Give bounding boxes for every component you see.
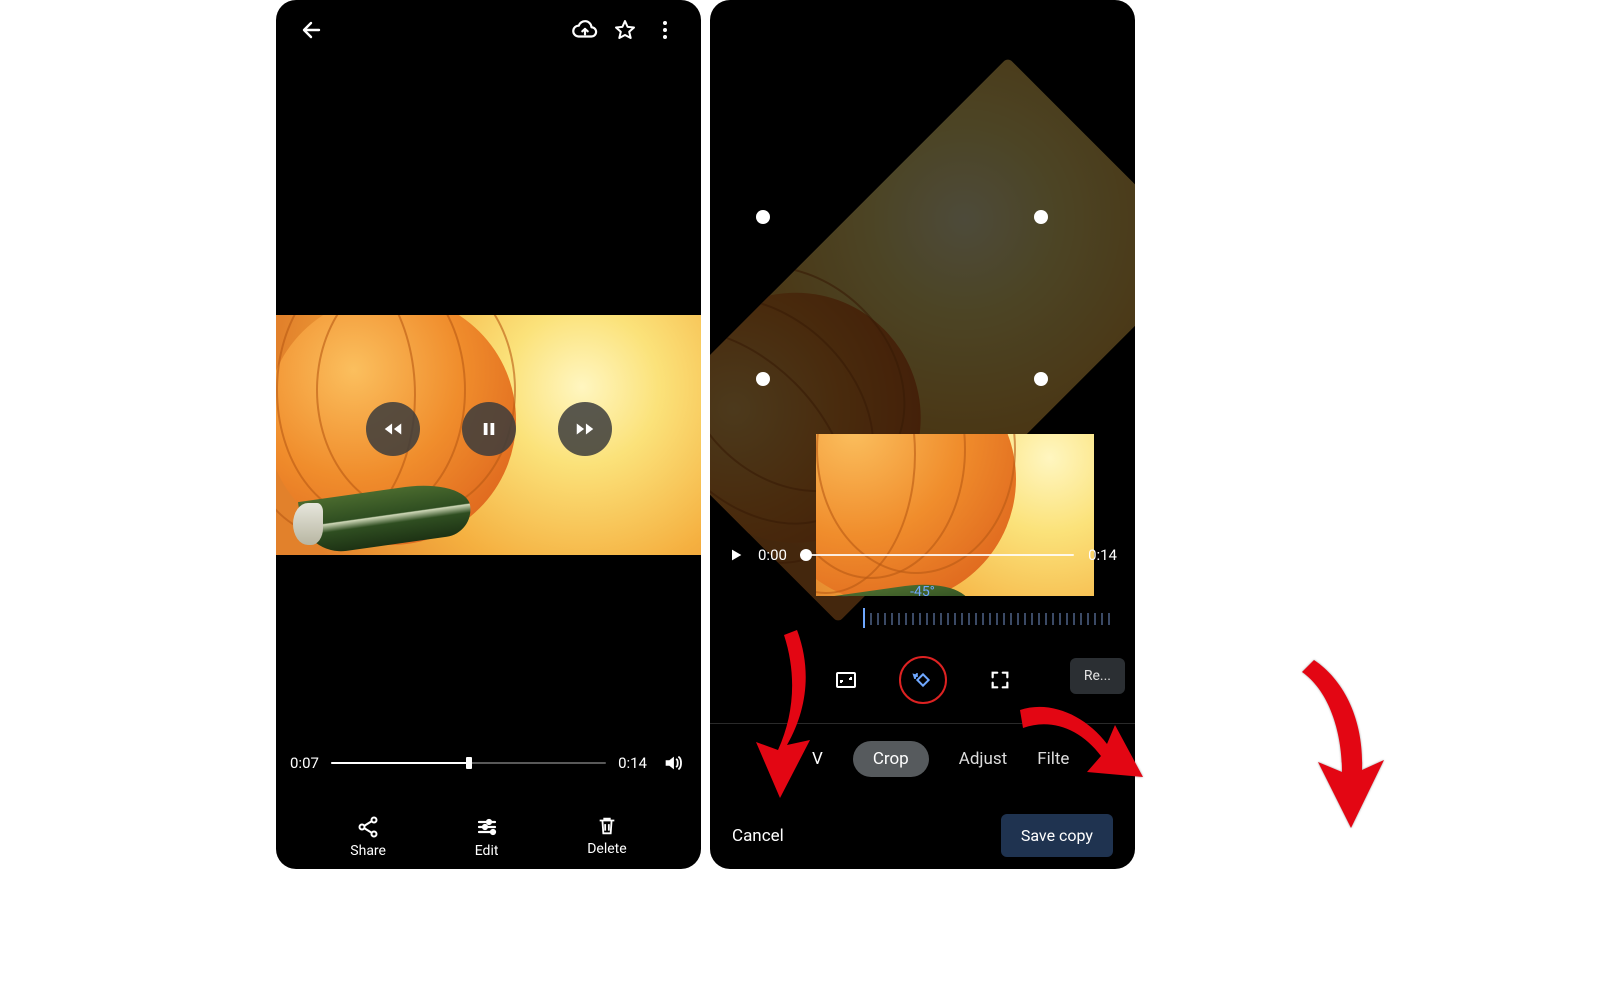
- expand-button[interactable]: [981, 661, 1019, 699]
- total-duration: 0:14: [618, 754, 647, 772]
- rotate-icon: [911, 668, 935, 692]
- editor-bottom-bar: Cancel Save copy: [710, 814, 1135, 857]
- delete-button[interactable]: Delete: [587, 815, 626, 859]
- seek-track[interactable]: [331, 762, 606, 764]
- favorite-button[interactable]: [605, 10, 645, 50]
- bottom-action-bar: Share Edit Delete: [276, 815, 701, 859]
- cloud-upload-icon: [572, 17, 598, 43]
- seek-bar: 0:07 0:14: [276, 743, 701, 783]
- volume-icon: [662, 752, 684, 774]
- play-icon[interactable]: [728, 547, 744, 563]
- back-button[interactable]: [292, 10, 332, 50]
- volume-button[interactable]: [659, 743, 687, 783]
- divider: [710, 723, 1135, 724]
- star-icon: [613, 18, 637, 42]
- editor-track[interactable]: [801, 554, 1074, 556]
- aspect-ratio-button[interactable]: [827, 661, 865, 699]
- tab-filters-truncated[interactable]: Filte: [1037, 749, 1069, 769]
- share-button[interactable]: Share: [350, 815, 386, 859]
- overflow-menu-button[interactable]: [645, 10, 685, 50]
- arrow-left-icon: [300, 18, 324, 42]
- crop-handle-top-right[interactable]: [1034, 210, 1048, 224]
- pause-button[interactable]: [462, 402, 516, 456]
- rewind-icon: [382, 418, 404, 440]
- more-vert-icon: [653, 18, 677, 42]
- delete-label: Delete: [587, 841, 626, 857]
- crop-handle-top-left[interactable]: [756, 210, 770, 224]
- editor-seek-bar: 0:00 0:14: [710, 540, 1135, 570]
- share-label: Share: [350, 843, 386, 859]
- annotation-arrow-save: [1296, 660, 1396, 830]
- share-icon: [356, 815, 380, 839]
- rotation-angle-label: -45°: [710, 584, 1135, 600]
- tab-video-truncated[interactable]: V: [812, 749, 823, 769]
- screenshot-right-crop-editor: 0:00 0:14 -45° Re... V Crop Adjust Filte…: [710, 0, 1135, 869]
- playback-controls: [276, 402, 701, 456]
- editor-duration: 0:14: [1088, 546, 1117, 564]
- edit-button[interactable]: Edit: [475, 815, 499, 859]
- tune-icon: [475, 815, 499, 839]
- editor-elapsed: 0:00: [758, 546, 787, 564]
- cloud-upload-button[interactable]: [565, 10, 605, 50]
- cancel-button[interactable]: Cancel: [732, 826, 784, 846]
- topbar: [276, 0, 701, 60]
- trash-icon: [596, 815, 618, 837]
- reset-label: Re...: [1084, 668, 1111, 684]
- crop-handle-bottom-right[interactable]: [1034, 372, 1048, 386]
- save-copy-button[interactable]: Save copy: [1001, 814, 1113, 857]
- editor-tabs: V Crop Adjust Filte: [710, 736, 1135, 782]
- crop-area[interactable]: [763, 217, 1041, 379]
- tab-adjust[interactable]: Adjust: [959, 749, 1007, 769]
- pause-icon: [480, 420, 498, 438]
- rotation-ruler[interactable]: [710, 608, 1135, 636]
- screenshot-left-player: 0:07 0:14 Share Edit Delete: [276, 0, 701, 869]
- forward-icon: [574, 418, 596, 440]
- expand-icon: [989, 669, 1011, 691]
- reset-button[interactable]: Re...: [1070, 658, 1125, 694]
- rotate-button[interactable]: [899, 656, 947, 704]
- forward-button[interactable]: [558, 402, 612, 456]
- crop-handle-bottom-left[interactable]: [756, 372, 770, 386]
- tab-crop[interactable]: Crop: [853, 741, 929, 777]
- elapsed-time: 0:07: [290, 754, 319, 772]
- edit-label: Edit: [475, 843, 499, 859]
- rewind-button[interactable]: [366, 402, 420, 456]
- aspect-ratio-icon: [834, 668, 858, 692]
